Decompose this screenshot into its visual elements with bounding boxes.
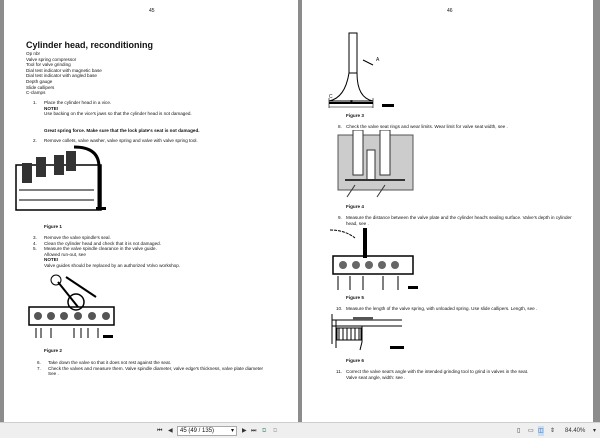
figure-caption: Figure 2 — [44, 348, 62, 353]
step-number: 9. — [338, 215, 342, 220]
page-title: Cylinder head, reconditioning — [26, 40, 154, 50]
step-8: Check the valve seat rings and wear limi… — [346, 124, 508, 129]
figure-caption: Figure 3 — [346, 113, 364, 118]
tools-list: Op nbr Valve spring compressor Tool for … — [26, 51, 102, 96]
warning-text: Great spring force. Make sure that the l… — [44, 128, 200, 133]
step-number: 1. — [33, 100, 37, 105]
step-text: Valve seat angle, width: see . — [346, 374, 406, 380]
figure-label: B — [350, 100, 354, 106]
step-number: 7. — [37, 365, 41, 371]
right-page: 46 A C B Figure 3 8. Check the valve sea… — [302, 0, 593, 422]
figure-caption: Figure 4 — [346, 204, 364, 209]
zoom-level[interactable]: 84.40% — [565, 426, 585, 436]
page-number: 46 — [447, 8, 453, 14]
step-9: Measure the distance between the valve p… — [346, 215, 572, 226]
left-page: 45 Cylinder head, reconditioning Op nbr … — [4, 0, 298, 422]
step-text: Correct the valve seat's angle with the … — [346, 369, 529, 374]
figure-3-image — [328, 32, 394, 108]
bottom-toolbar: ⏮ ◀ 45 (49 / 135) ▾ ▶ ⏭ ⧉ ⧉ ▯ ▭ ◫ ⇕ 84.40… — [0, 422, 600, 438]
continuous-view-icon[interactable]: ▭ — [528, 426, 534, 436]
last-page-icon[interactable]: ⏭ — [251, 426, 256, 436]
tool-item: C-clamps — [26, 90, 46, 96]
paste-icon[interactable]: ⧉ — [273, 426, 277, 436]
figure-label: C — [329, 94, 333, 100]
figure-5-image — [329, 228, 418, 290]
steps-3-5: Remove the valve spindle's seal. Clean t… — [44, 235, 180, 269]
zoom-dropdown-icon[interactable]: ▾ — [593, 426, 596, 436]
figure-4-image — [337, 130, 414, 198]
previous-page-icon[interactable]: ◀ — [168, 426, 173, 436]
step-number: 11. — [336, 369, 343, 374]
figure-caption: Figure 6 — [346, 358, 364, 363]
steps-6-7: Take down the valve so that it does not … — [48, 360, 288, 377]
step-number: 8. — [338, 124, 342, 129]
note-text: Use backing on the vice's jaws so that t… — [44, 111, 192, 117]
single-page-view-icon[interactable]: ▯ — [517, 426, 520, 436]
figure-2-image — [28, 274, 115, 338]
first-page-icon[interactable]: ⏮ — [157, 426, 162, 436]
two-page-view-icon[interactable]: ◫ — [538, 426, 544, 436]
figure-caption: Figure 5 — [346, 295, 364, 300]
scroll-view-icon[interactable]: ⇕ — [550, 426, 555, 436]
step-numbers: 6. 7. — [37, 360, 47, 371]
figure-1-image — [15, 145, 106, 211]
step-1: Place the cylinder head in a vice. NOTE!… — [44, 100, 192, 117]
figure-6-image — [331, 314, 404, 351]
page-field-value: 45 (49 / 135) — [180, 428, 215, 434]
figure-label: A — [376, 57, 380, 63]
chevron-down-icon[interactable]: ▾ — [231, 427, 234, 435]
copy-icon[interactable]: ⧉ — [262, 426, 266, 436]
step-11: Correct the valve seat's angle with the … — [346, 369, 528, 380]
step-number: 10. — [336, 306, 343, 311]
step-10: Measure the length of the valve spring, … — [346, 306, 538, 311]
page-number: 45 — [149, 8, 155, 14]
step-2: Remove collets, valve washer, valve spri… — [44, 138, 198, 143]
note-text: Valve guides should be replaced by an au… — [44, 262, 181, 268]
next-page-icon[interactable]: ▶ — [242, 426, 247, 436]
step-text: Check the valves and measure them. Valve… — [48, 365, 264, 371]
step-number: 2. — [33, 138, 37, 143]
figure-caption: Figure 1 — [44, 224, 62, 229]
page-number-field[interactable]: 45 (49 / 135) ▾ — [177, 426, 237, 436]
step-text: See . — [48, 371, 59, 377]
